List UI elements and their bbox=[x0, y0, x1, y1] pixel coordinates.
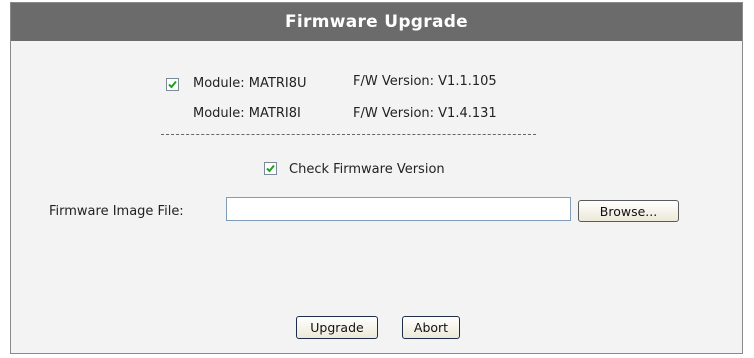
abort-button[interactable]: Abort bbox=[402, 316, 460, 339]
module-matri8u-checkbox[interactable] bbox=[166, 78, 179, 91]
check-firmware-label: Check Firmware Version bbox=[289, 162, 445, 177]
browse-button[interactable]: Browse... bbox=[578, 200, 679, 222]
module-version-label: F/W Version: V1.4.131 bbox=[353, 106, 497, 121]
firmware-file-label: Firmware Image File: bbox=[49, 204, 184, 219]
separator-line bbox=[161, 134, 536, 135]
check-firmware-checkbox[interactable] bbox=[264, 162, 277, 175]
upgrade-button[interactable]: Upgrade bbox=[296, 316, 378, 339]
firmware-upgrade-panel: Firmware Upgrade Module: MATRI8U F/W Ver… bbox=[10, 2, 743, 354]
module-name-label: Module: MATRI8I bbox=[193, 106, 301, 121]
firmware-file-input[interactable] bbox=[226, 197, 571, 221]
checkmark-icon bbox=[266, 164, 275, 173]
module-version-label: F/W Version: V1.1.105 bbox=[353, 74, 497, 89]
panel-title: Firmware Upgrade bbox=[11, 3, 742, 41]
checkmark-icon bbox=[168, 80, 177, 89]
module-name-label: Module: MATRI8U bbox=[193, 76, 307, 91]
